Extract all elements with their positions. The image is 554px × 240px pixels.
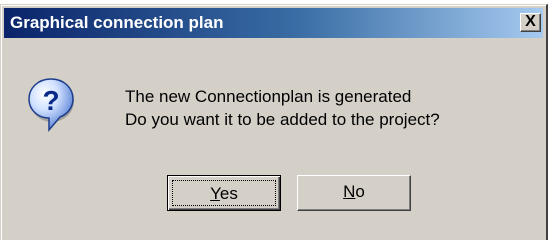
- question-icon: ?: [28, 78, 74, 133]
- title-bar[interactable]: Graphical connection plan X: [4, 8, 543, 38]
- yes-button[interactable]: Yes: [167, 175, 281, 211]
- dialog-window: Graphical connection plan X ? The new Co…: [0, 4, 548, 240]
- no-label-rest: o: [355, 182, 365, 201]
- no-button[interactable]: No: [297, 175, 411, 211]
- message-line-2: Do you want it to be added to the projec…: [125, 110, 440, 129]
- message-line-1: The new Connectionplan is generated: [125, 87, 412, 106]
- yes-label-rest: es: [219, 184, 238, 203]
- close-icon: X: [525, 13, 536, 30]
- no-mnemonic: N: [343, 182, 356, 201]
- yes-mnemonic: Y: [210, 184, 220, 203]
- focus-rectangle: Yes: [172, 180, 276, 206]
- dialog-message: The new Connectionplan is generated Do y…: [125, 85, 440, 131]
- close-button[interactable]: X: [520, 13, 541, 32]
- svg-text:?: ?: [42, 85, 59, 116]
- dialog-title: Graphical connection plan: [10, 13, 224, 32]
